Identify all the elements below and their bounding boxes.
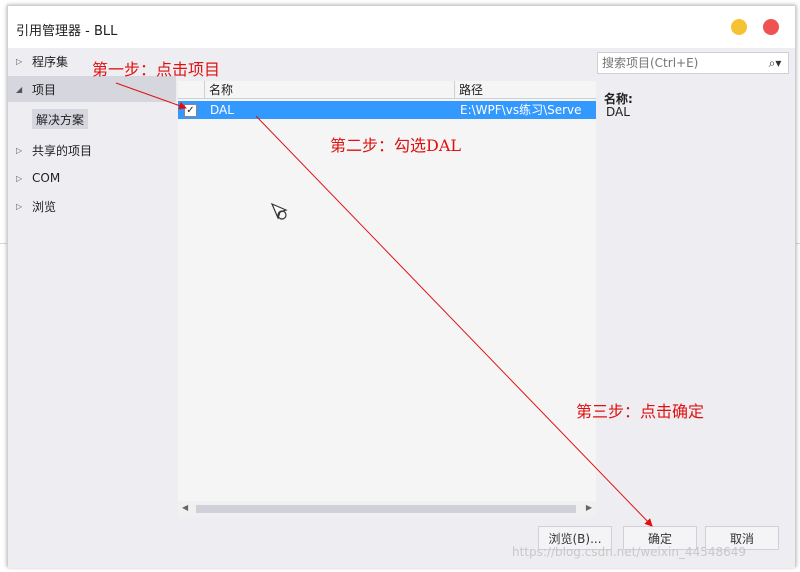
nav-item-shared-projects[interactable]: ▷ 共享的项目 — [8, 137, 176, 163]
row-checkbox[interactable]: ✓ — [184, 104, 197, 117]
left-nav: ▷ 程序集 ◢ 项目 解决方案 ▷ 共享的项目 ▷ COM ▷ 浏览 — [8, 48, 176, 516]
column-header-path[interactable]: 路径 — [454, 81, 596, 99]
window-title: 引用管理器 - BLL — [16, 24, 118, 39]
close-button[interactable] — [763, 19, 779, 35]
table-row[interactable]: ✓ DAL E:\WPF\vs练习\Serve — [178, 101, 596, 119]
annotation-step3: 第三步：点击确定 — [576, 402, 705, 421]
annotation-step2: 第二步：勾选DAL — [330, 136, 462, 155]
expand-arrow-icon: ▷ — [16, 56, 23, 66]
expand-arrow-icon: ▷ — [16, 201, 23, 211]
mouse-cursor-icon — [270, 202, 288, 220]
row-path: E:\WPF\vs练习\Serve — [460, 103, 582, 117]
horizontal-scrollbar[interactable]: ◀ ▶ — [178, 501, 596, 517]
title-bar[interactable]: 引用管理器 - BLL — [8, 6, 795, 48]
minimize-button[interactable] — [731, 19, 747, 35]
watermark: https://blog.csdn.net/weixin_44548649 — [512, 545, 747, 559]
nav-item-solution[interactable]: 解决方案 — [32, 109, 89, 129]
search-box[interactable]: ⌕▾ — [597, 52, 789, 74]
nav-item-com[interactable]: ▷ COM — [8, 165, 176, 191]
expand-arrow-icon: ▷ — [16, 145, 23, 155]
row-name: DAL — [210, 103, 234, 117]
details-name-value: DAL — [606, 105, 630, 119]
dialog-footer: 浏览(B)... 确定 取消 — [8, 518, 795, 568]
column-header-name[interactable]: 名称 — [204, 81, 454, 99]
expand-arrow-icon: ▷ — [16, 173, 23, 183]
collapse-arrow-icon: ◢ — [16, 84, 23, 94]
reference-manager-dialog: 引用管理器 - BLL ▷ 程序集 ◢ 项目 解决方案 ▷ 共享的项目 ▷ CO… — [7, 5, 796, 568]
search-icon[interactable]: ⌕▾ — [762, 56, 788, 71]
scroll-left-icon[interactable]: ◀ — [182, 503, 188, 512]
scroll-right-icon[interactable]: ▶ — [586, 503, 592, 512]
list-header: 名称 路径 — [178, 81, 596, 99]
annotation-step1: 第一步：点击项目 — [92, 60, 221, 79]
nav-item-browse[interactable]: ▷ 浏览 — [8, 193, 176, 219]
search-input[interactable] — [598, 56, 762, 70]
scroll-thumb[interactable] — [196, 505, 576, 513]
